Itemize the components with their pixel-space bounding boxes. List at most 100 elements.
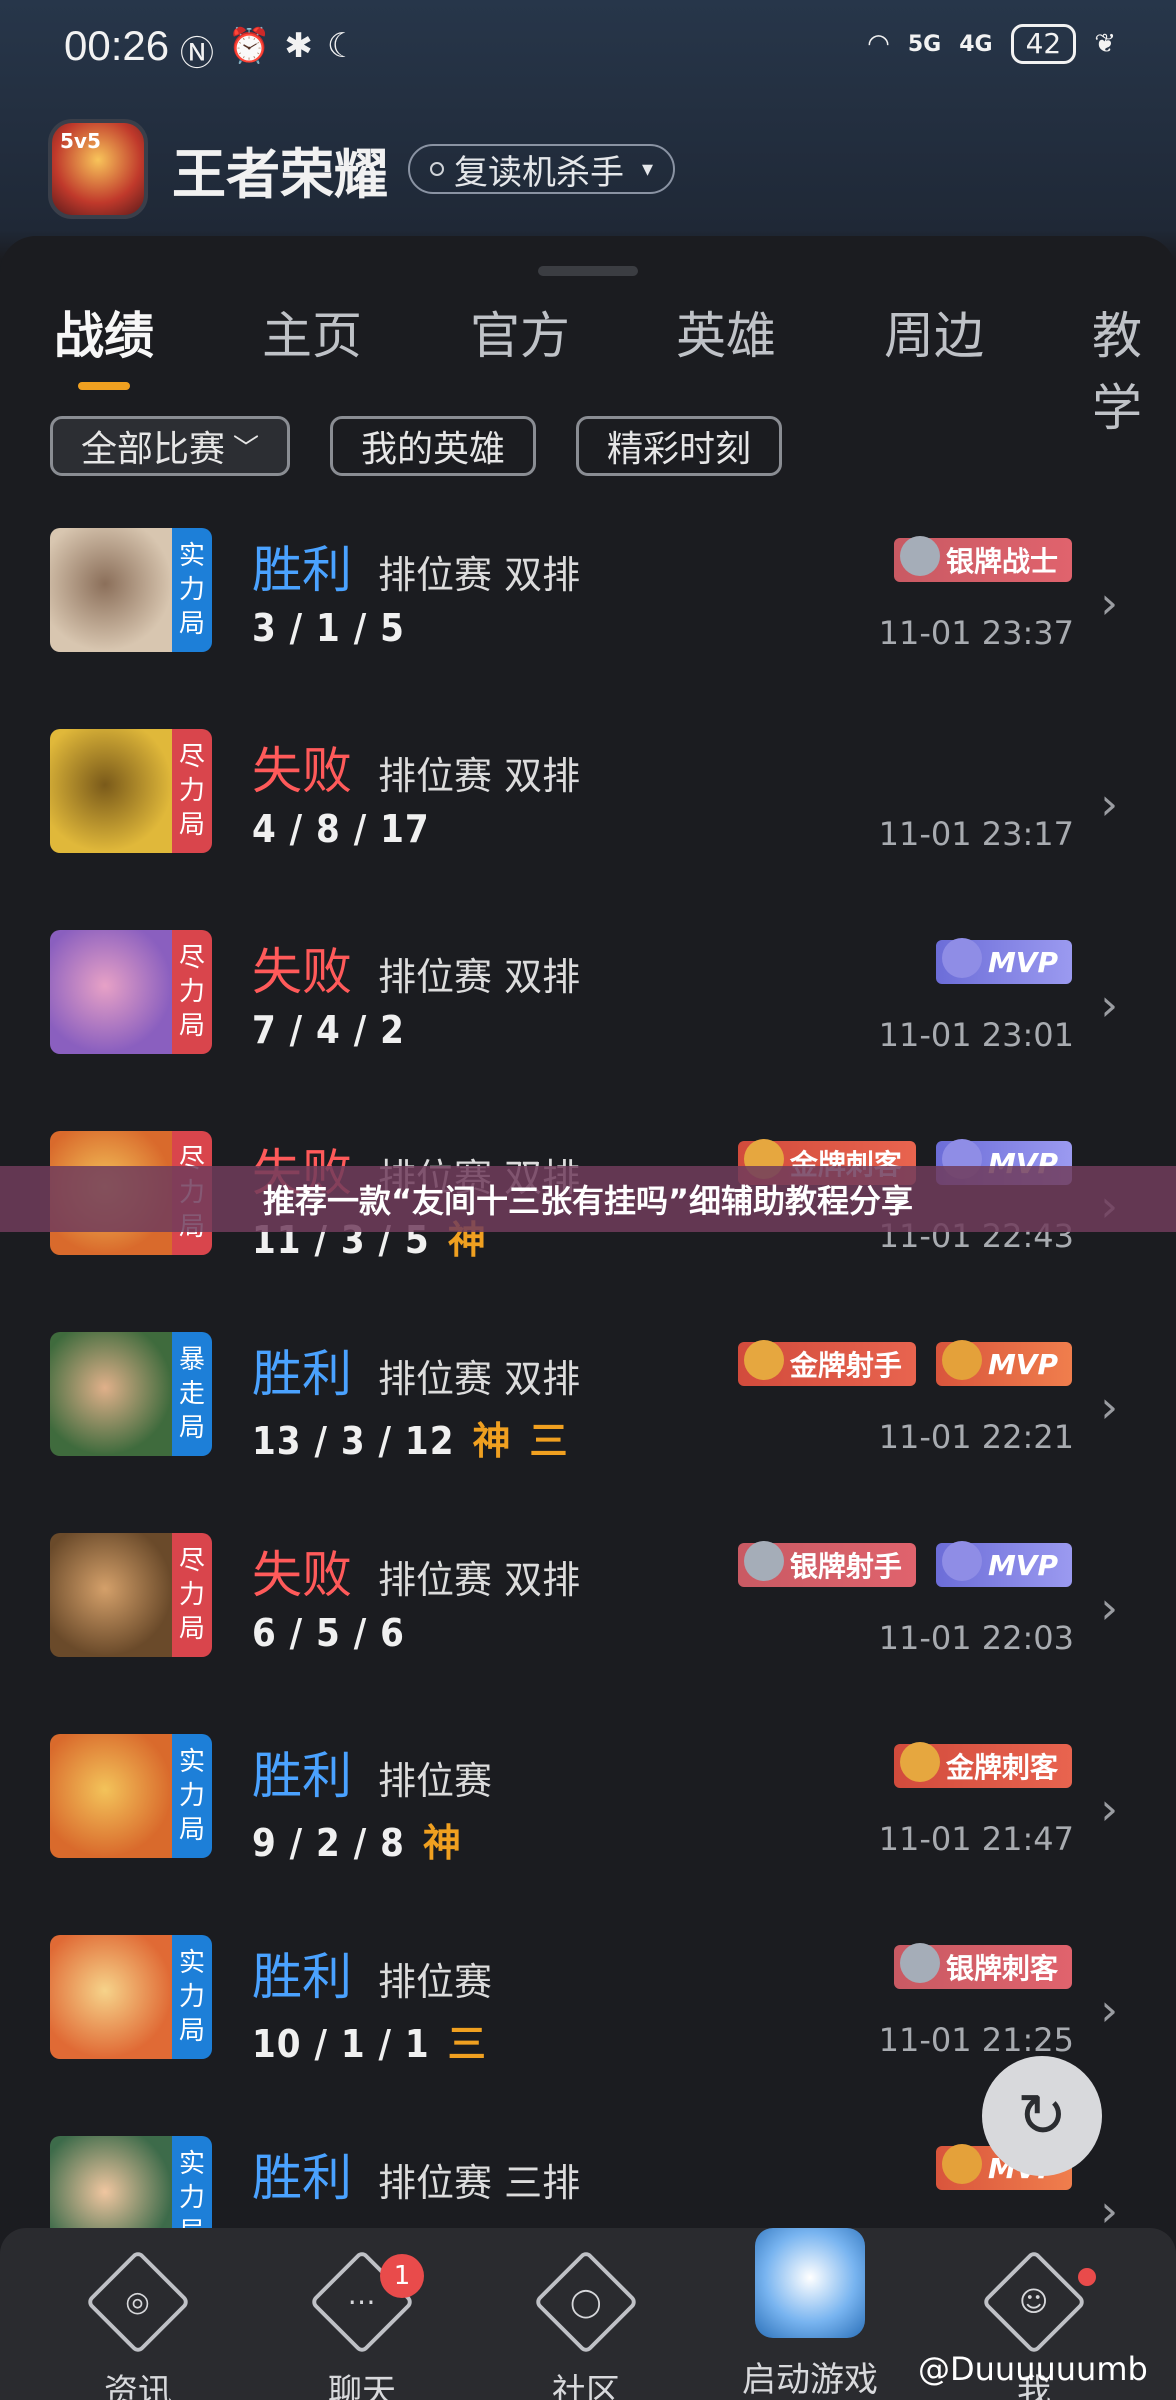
account-selector[interactable]: 复读机杀手 ▾ <box>408 144 676 194</box>
match-result: 失败 <box>252 943 352 1001</box>
drag-handle[interactable] <box>538 266 638 276</box>
kda-stats: 6 / 5 / 6 <box>252 1611 405 1655</box>
match-row[interactable]: 实力局胜利 排位赛 9 / 2 / 8 神金牌刺客 11-01 21:47 › <box>0 1722 1176 1922</box>
filter-highlights[interactable]: 精彩时刻 <box>576 416 783 476</box>
news-icon: ◎ <box>85 2249 191 2355</box>
match-time: 11-01 22:21 <box>878 1418 1074 1456</box>
bluetooth-icon: ✱ <box>284 26 313 66</box>
badge-group: MVP <box>935 938 1072 984</box>
hero-portrait: 暴走局 <box>50 1332 212 1456</box>
kda-value: 3 / 1 / 5 <box>252 606 405 650</box>
match-time: 11-01 22:03 <box>878 1619 1074 1657</box>
overlay-banner: 推荐一款“友间十三张有挂吗”细辅助教程分享 <box>0 1166 1176 1232</box>
watermark: @Duuuuuumb <box>918 2350 1148 2388</box>
hero-art <box>50 1533 172 1657</box>
leaf-icon: ❦ <box>1094 29 1116 59</box>
chevron-right-icon: › <box>1100 980 1118 1031</box>
tag-char: 尽 <box>178 943 205 973</box>
tag-char: 实 <box>178 541 205 571</box>
tag-char: 暴 <box>178 1345 205 1375</box>
medal-badge: 金牌刺客 <box>893 1742 1072 1788</box>
badge-group: 金牌射手 MVP <box>737 1340 1072 1386</box>
app-title: 王者荣耀 <box>172 142 388 206</box>
performance-tag: 尽力局 <box>172 729 212 853</box>
triple-kill-mark: 三 <box>529 1419 569 1463</box>
chevron-right-icon: › <box>1100 1583 1118 1634</box>
kda-value: 7 / 4 / 2 <box>252 1008 405 1052</box>
refresh-button[interactable]: ↻ <box>982 2056 1102 2176</box>
alarm-icon: ⏰ <box>228 26 271 66</box>
triple-kill-mark: 三 <box>447 2022 487 2066</box>
kda-value: 9 / 2 / 8 <box>252 1821 405 1865</box>
tag-char: 实 <box>178 2149 205 2179</box>
kda-stats: 13 / 3 / 12 神三 <box>252 1410 569 1465</box>
hero-portrait: 尽力局 <box>50 1533 212 1657</box>
tag-char: 力 <box>178 2183 205 2213</box>
game-app-icon[interactable]: 5v5 <box>48 119 148 219</box>
hero-art <box>50 930 172 1054</box>
nav-label: 资讯 <box>104 2372 172 2400</box>
kda-value: 10 / 1 / 1 <box>252 2022 430 2066</box>
kda-value: 6 / 5 / 6 <box>252 1611 405 1655</box>
status-time: 00:26 <box>64 22 170 69</box>
app-icon-mark: 5v5 <box>60 129 101 153</box>
chevron-right-icon: › <box>1100 1985 1118 2036</box>
match-row[interactable]: 尽力局失败 排位赛 双排 6 / 5 / 6 银牌射手 MVP 11-01 22:03 › <box>0 1521 1176 1721</box>
filter-all-matches[interactable]: 全部比赛 ﹀ <box>50 416 291 476</box>
match-time: 11-01 21:47 <box>878 1820 1074 1858</box>
nav-community[interactable]: ◯ 社区 <box>506 2246 666 2400</box>
battery-level: 42 <box>1010 24 1077 64</box>
signal-5g: 5G <box>907 31 942 57</box>
match-time: 11-01 23:01 <box>878 1016 1074 1054</box>
profile-icon: ☺ <box>981 2249 1087 2355</box>
account-name: 复读机杀手 <box>454 152 624 193</box>
tab-official[interactable]: 官方 <box>470 296 570 368</box>
medal-badge: 银牌战士 <box>893 536 1072 582</box>
moon-icon: ☾ <box>326 26 358 66</box>
chevron-right-icon: › <box>1100 1382 1118 1433</box>
badge-group: 银牌战士 <box>893 536 1072 582</box>
kda-stats: 10 / 1 / 1 三 <box>252 2013 487 2068</box>
chevron-right-icon: › <box>1100 1784 1118 1835</box>
hero-art <box>50 1332 172 1456</box>
nav-label: 社区 <box>552 2372 620 2400</box>
unread-badge: 1 <box>380 2254 424 2298</box>
hero-art <box>50 528 172 652</box>
filter-all-matches-label: 全部比赛 <box>81 429 226 470</box>
tab-tutorial[interactable]: 教学 <box>1092 296 1176 440</box>
tag-char: 力 <box>178 977 205 1007</box>
performance-tag: 尽力局 <box>172 1533 212 1657</box>
tab-merch[interactable]: 周边 <box>884 296 984 368</box>
nav-news[interactable]: ◎ 资讯 <box>58 2246 218 2400</box>
tag-char: 局 <box>178 1011 205 1041</box>
match-row[interactable]: 实力局胜利 排位赛 双排 3 / 1 / 5 银牌战士 11-01 23:37 › <box>0 516 1176 716</box>
notification-dot <box>1078 2268 1096 2286</box>
tag-char: 力 <box>178 1982 205 2012</box>
nav-chat[interactable]: ⋯ 聊天 1 <box>282 2246 442 2400</box>
tab-home[interactable]: 主页 <box>262 296 362 368</box>
wifi-icon: ◠ <box>867 29 890 59</box>
filter-my-heroes[interactable]: 我的英雄 <box>330 416 537 476</box>
tag-char: 实 <box>178 1948 205 1978</box>
kda-stats: 9 / 2 / 8 神 <box>252 1812 462 1867</box>
status-dot-icon <box>430 162 444 176</box>
tab-heroes[interactable]: 英雄 <box>676 296 776 368</box>
tab-record[interactable]: 战绩 <box>54 296 154 368</box>
caret-down-icon: ▾ <box>642 156 654 182</box>
match-row[interactable]: 尽力局失败 排位赛 双排 4 / 8 / 17 11-01 23:17 › <box>0 717 1176 917</box>
nav-launch-game[interactable]: 启动游戏 <box>730 2228 890 2400</box>
match-row[interactable]: 暴走局胜利 排位赛 双排 13 / 3 / 12 神三金牌射手 MVP 11-01 22:… <box>0 1320 1176 1520</box>
match-time: 11-01 21:25 <box>878 2021 1074 2059</box>
match-row[interactable]: 尽力局失败 排位赛 双排 7 / 4 / 2 MVP 11-01 23:01 › <box>0 918 1176 1118</box>
godlike-mark: 神 <box>422 1821 462 1865</box>
nav-label: 启动游戏 <box>742 2360 878 2400</box>
tag-char: 尽 <box>178 742 205 772</box>
tag-char: 局 <box>178 1413 205 1443</box>
hero-portrait: 尽力局 <box>50 729 212 853</box>
hero-art <box>50 729 172 853</box>
tag-char: 力 <box>178 776 205 806</box>
tab-indicator <box>78 382 130 390</box>
tag-char: 力 <box>178 1580 205 1610</box>
status-icons: Ⓝ ⏰ ✱ ☾ <box>180 26 357 75</box>
match-result: 胜利 <box>252 541 352 599</box>
